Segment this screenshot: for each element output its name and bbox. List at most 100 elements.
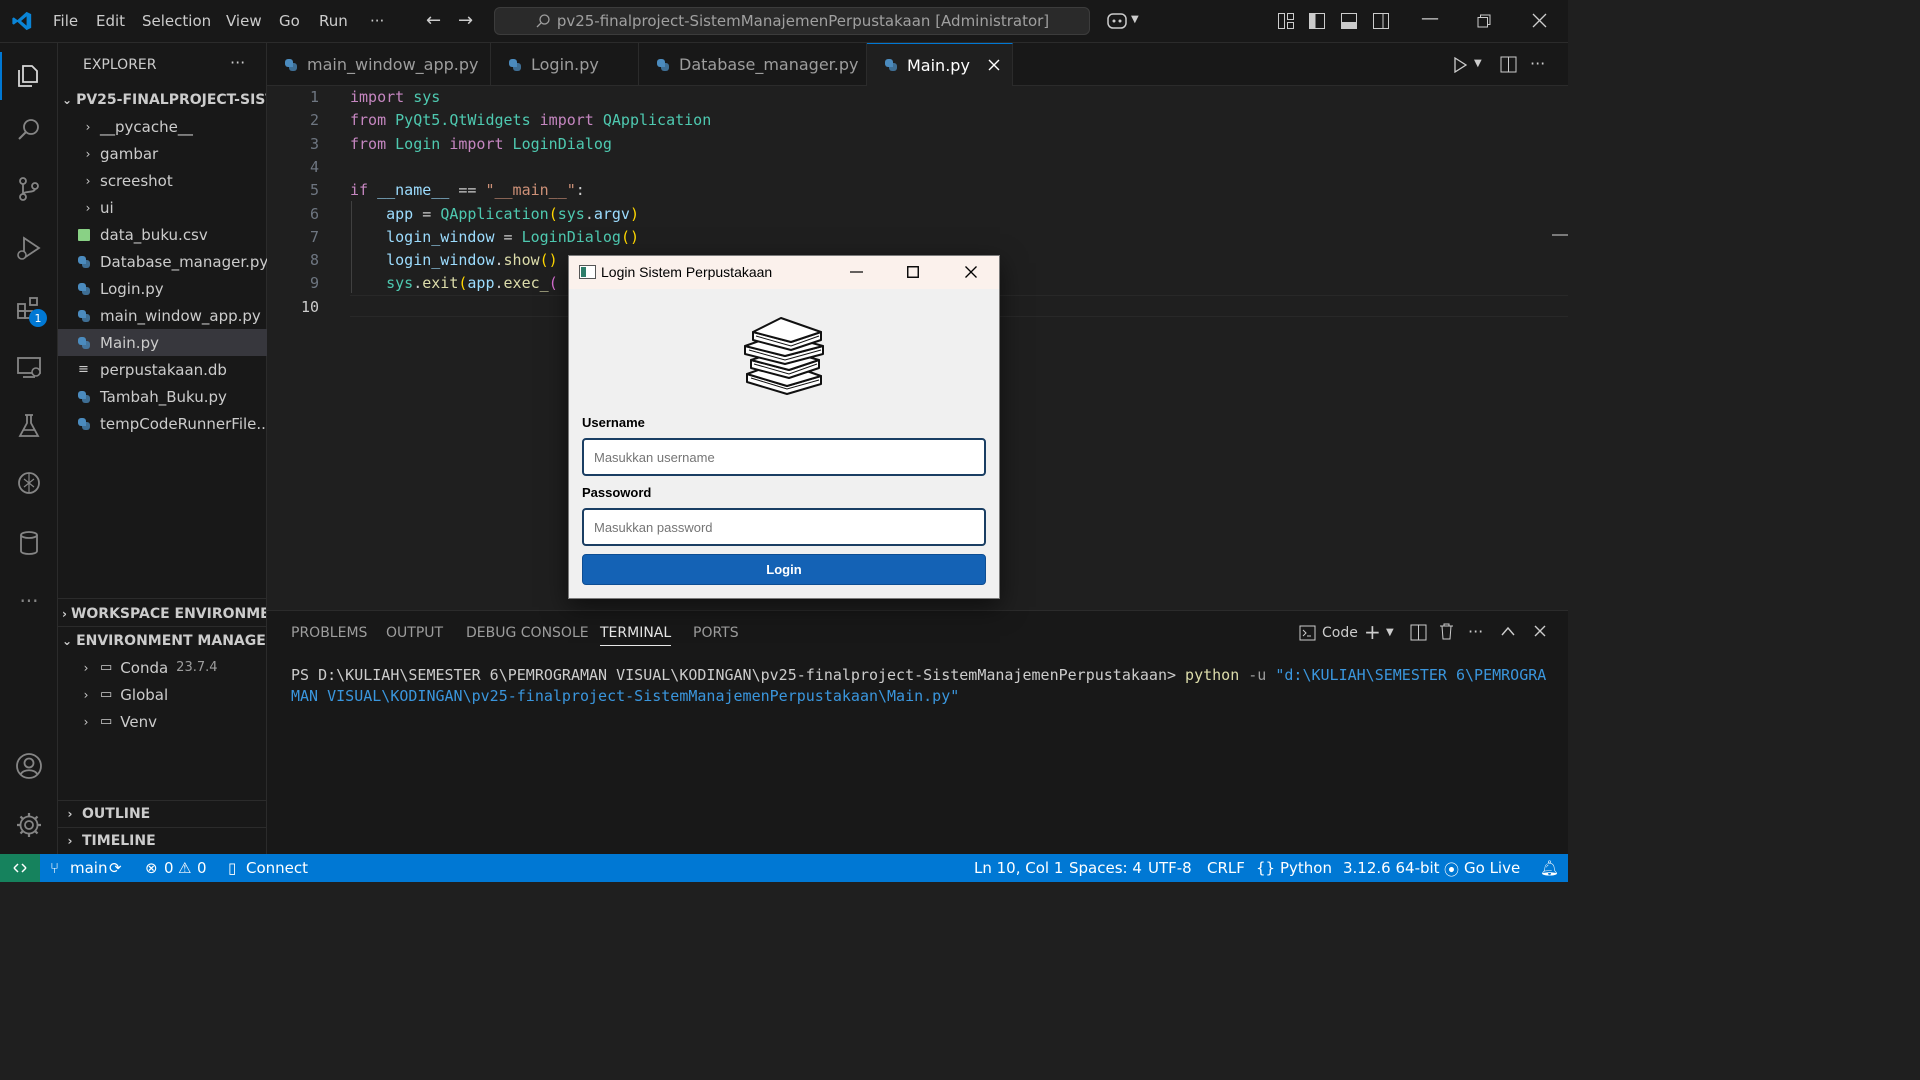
menu-edit[interactable]: Edit — [96, 12, 125, 30]
toggle-primary-sidebar-icon[interactable] — [1308, 12, 1326, 30]
copilot-icon[interactable] — [1106, 11, 1128, 31]
go-live-button[interactable]: Go Live — [1464, 859, 1520, 877]
tab-output[interactable]: OUTPUT — [386, 625, 443, 641]
connect-label[interactable]: Connect — [246, 859, 308, 877]
close-window-icon[interactable] — [1532, 13, 1547, 28]
explorer-more-button[interactable]: ··· — [230, 53, 245, 72]
workspace-root-folder[interactable]: ⌄ PV25-FINALPROJECT-SIST... — [58, 86, 266, 113]
chatgpt-icon[interactable] — [0, 463, 58, 503]
minimize-icon[interactable]: — — [1421, 8, 1439, 29]
env-item-venv[interactable]: › ▭ Venv — [58, 708, 286, 735]
menu-more[interactable]: ··· — [370, 12, 384, 30]
dialog-maximize-icon[interactable] — [907, 266, 919, 278]
tree-item-file[interactable]: ≡ perpustakaan.db — [58, 356, 286, 383]
tab-problems[interactable]: PROBLEMS — [291, 625, 367, 641]
run-file-icon[interactable] — [1453, 57, 1467, 73]
branch-name[interactable]: main — [70, 859, 107, 877]
tab-ports[interactable]: PORTS — [693, 625, 739, 641]
more-views-icon[interactable]: ··· — [0, 581, 58, 621]
username-field[interactable] — [582, 438, 986, 476]
language-mode[interactable]: Python — [1280, 859, 1332, 877]
tab-debug-console[interactable]: DEBUG CONSOLE — [466, 625, 589, 641]
code-line: from PyQt5.QtWidgets import QApplication — [350, 111, 711, 129]
menu-file[interactable]: File — [53, 12, 78, 30]
tree-item-folder[interactable]: › gambar — [58, 140, 288, 167]
tree-item-folder[interactable]: › __pycache__ — [58, 113, 288, 140]
environment-manager-section[interactable]: ⌄ ENVIRONMENT MANAGER... — [58, 627, 266, 654]
customize-layout-icon[interactable] — [1277, 12, 1295, 30]
timeline-section[interactable]: › TIMELINE — [58, 827, 266, 854]
split-editor-icon[interactable] — [1500, 56, 1517, 73]
password-input[interactable] — [584, 510, 984, 544]
kill-terminal-trash-icon[interactable] — [1439, 623, 1454, 640]
testing-icon[interactable] — [0, 406, 58, 446]
toggle-secondary-sidebar-icon[interactable] — [1372, 12, 1390, 30]
indentation[interactable]: Spaces: 4 — [1069, 859, 1142, 877]
encoding[interactable]: UTF-8 — [1148, 859, 1192, 877]
tree-item-file[interactable]: Tambah_Buku.py — [58, 383, 286, 410]
close-panel-icon[interactable] — [1534, 625, 1546, 637]
dialog-title-bar[interactable]: Login Sistem Perpustakaan — [569, 256, 999, 289]
remote-explorer-icon[interactable] — [0, 347, 58, 387]
warnings-count[interactable]: 0 — [197, 859, 207, 877]
terminal-name[interactable]: Code — [1322, 625, 1358, 641]
close-tab-icon[interactable] — [988, 59, 1000, 71]
menu-selection[interactable]: Selection — [142, 12, 211, 30]
outline-section[interactable]: › OUTLINE — [58, 800, 266, 827]
maximize-panel-chevron-up-icon[interactable] — [1501, 626, 1515, 636]
search-icon[interactable] — [0, 110, 58, 150]
menu-go[interactable]: Go — [279, 12, 300, 30]
python-interpreter[interactable]: 3.12.6 64-bit — [1343, 859, 1440, 877]
menu-view[interactable]: View — [226, 12, 262, 30]
new-terminal-icon[interactable]: + — [1364, 620, 1381, 644]
forward-arrow-icon[interactable]: → — [458, 10, 473, 31]
sync-icon[interactable]: ⟳ — [109, 859, 122, 877]
end-of-line[interactable]: CRLF — [1207, 859, 1245, 877]
toggle-panel-icon[interactable] — [1340, 12, 1358, 30]
accounts-icon[interactable] — [0, 746, 58, 786]
terminal-output[interactable]: PS D:\KULIAH\SEMESTER 6\PEMROGRAMAN VISU… — [291, 665, 1553, 707]
notifications-bell-icon[interactable]: 🔔︎ — [1540, 859, 1559, 877]
command-center-search[interactable]: pv25-finalproject-SistemManajemenPerpust… — [494, 7, 1090, 35]
code-token: login_window — [386, 227, 495, 246]
remote-indicator[interactable] — [0, 854, 40, 882]
username-input[interactable] — [584, 440, 984, 474]
workspace-environments-section[interactable]: › WORKSPACE ENVIRONME... — [58, 600, 266, 627]
settings-gear-icon[interactable] — [0, 805, 58, 845]
tab-main-window-app[interactable]: main_window_app.py — [267, 43, 491, 86]
cursor-position[interactable]: Ln 10, Col 1 — [974, 859, 1063, 877]
tree-item-file[interactable]: tempCodeRunnerFile.... — [58, 410, 286, 437]
copilot-chevron-icon[interactable]: ▼ — [1131, 14, 1139, 25]
tab-main-active[interactable]: Main.py — [867, 43, 1013, 86]
back-arrow-icon[interactable]: ← — [426, 10, 441, 31]
env-item-conda[interactable]: › ▭ Conda 23.7.4 — [58, 654, 286, 681]
tree-item-file[interactable]: data_buku.csv — [58, 221, 286, 248]
tree-item-folder[interactable]: › screeshot — [58, 167, 288, 194]
password-field[interactable] — [582, 508, 986, 546]
tree-item-file[interactable]: Login.py — [58, 275, 286, 302]
database-icon[interactable] — [0, 523, 58, 563]
env-item-global[interactable]: › ▭ Global — [58, 681, 286, 708]
restore-icon[interactable] — [1477, 14, 1491, 28]
more-actions-icon[interactable]: ··· — [1530, 54, 1545, 73]
menu-run[interactable]: Run — [319, 12, 348, 30]
dialog-close-icon[interactable] — [965, 266, 977, 278]
login-button[interactable]: Login — [582, 554, 986, 585]
run-dropdown-chevron-icon[interactable]: ▼ — [1474, 58, 1482, 69]
tree-item-file[interactable]: main_window_app.py — [58, 302, 286, 329]
panel-more-actions-icon[interactable]: ··· — [1468, 622, 1483, 641]
chevron-right-icon: › — [83, 687, 89, 702]
explorer-icon[interactable] — [0, 55, 58, 95]
tree-item-file[interactable]: Database_manager.py — [58, 248, 286, 275]
source-control-icon[interactable] — [0, 169, 58, 209]
tree-item-file-selected[interactable]: Main.py — [58, 329, 286, 356]
errors-count[interactable]: 0 — [164, 859, 174, 877]
tab-terminal[interactable]: TERMINAL — [600, 625, 672, 646]
run-debug-icon[interactable] — [0, 228, 58, 268]
tab-database-manager[interactable]: Database_manager.py — [639, 43, 867, 86]
dialog-minimize-icon[interactable] — [850, 271, 863, 273]
terminal-dropdown-chevron-icon[interactable]: ▼ — [1386, 627, 1394, 638]
tree-item-folder[interactable]: › ui — [58, 194, 288, 221]
split-terminal-icon[interactable] — [1410, 624, 1427, 641]
tab-login[interactable]: Login.py — [491, 43, 639, 86]
